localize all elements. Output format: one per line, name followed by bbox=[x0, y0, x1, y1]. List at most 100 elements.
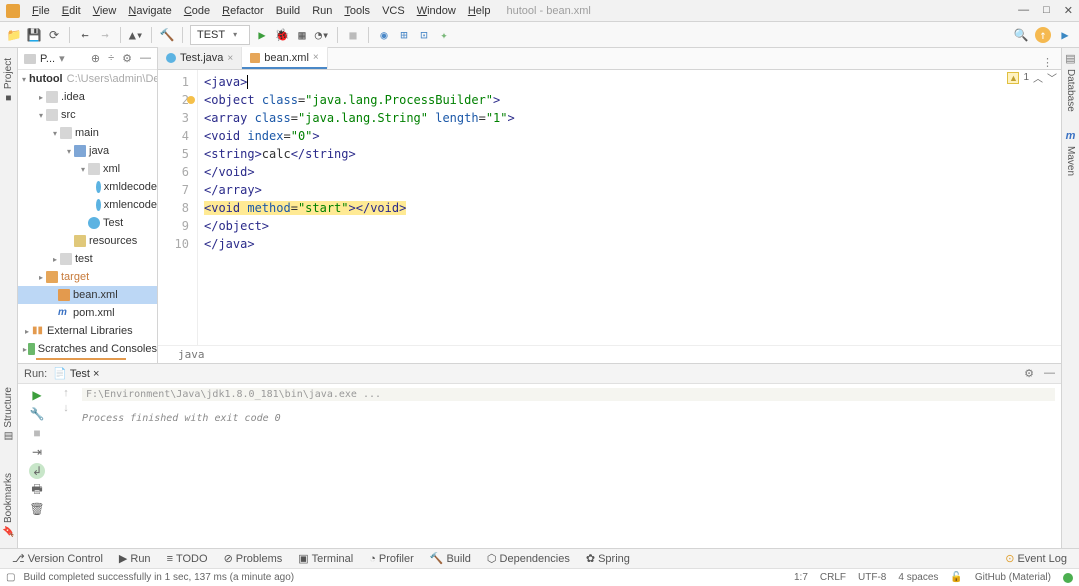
tree-xmldecode[interactable]: xmldecode bbox=[18, 178, 157, 196]
run-config-selector[interactable]: TEST bbox=[190, 25, 250, 45]
menu-tools[interactable]: Tools bbox=[338, 3, 376, 19]
tree-idea[interactable]: ▸.idea bbox=[18, 88, 157, 106]
ide-update-icon[interactable]: ↑ bbox=[1035, 27, 1051, 43]
spring-tool-button[interactable]: ✿ Spring bbox=[580, 550, 636, 567]
terminal-tool-button[interactable]: ▣ Terminal bbox=[292, 550, 359, 567]
scroll-icon[interactable]: ⇥ bbox=[29, 444, 45, 460]
up-stack-icon[interactable]: ↑ bbox=[63, 387, 69, 399]
database-tool-button[interactable]: Database bbox=[1065, 65, 1076, 116]
tab-bean-xml[interactable]: bean.xml× bbox=[242, 47, 327, 69]
readonly-icon[interactable]: 🔓 bbox=[950, 572, 962, 583]
search-icon[interactable]: 🔍 bbox=[1013, 27, 1029, 43]
profile-icon[interactable]: ◔▾ bbox=[314, 27, 330, 43]
caret-position[interactable]: 1:7 bbox=[794, 572, 808, 583]
project-tool-button[interactable]: ■ Project bbox=[3, 54, 14, 107]
down-stack-icon[interactable]: ↓ bbox=[63, 402, 69, 414]
menu-refactor[interactable]: Refactor bbox=[216, 3, 270, 19]
menu-code[interactable]: Code bbox=[178, 3, 216, 19]
run-tool-icon[interactable]: 🔧 bbox=[29, 406, 45, 422]
rerun-icon[interactable]: ▶ bbox=[29, 387, 45, 403]
build-tool-button[interactable]: 🔨 Build bbox=[424, 550, 477, 567]
soft-wrap-icon[interactable]: ↲ bbox=[29, 463, 45, 479]
menu-vcs[interactable]: VCS bbox=[376, 3, 411, 19]
menu-view[interactable]: View bbox=[87, 3, 123, 19]
run-icon[interactable]: ▶ bbox=[254, 27, 270, 43]
bookmarks-tool-button[interactable]: 🔖 Bookmarks bbox=[3, 469, 14, 542]
close-tab-icon[interactable]: × bbox=[313, 52, 319, 63]
vcs-tool-button[interactable]: ⎇ Version Control bbox=[6, 550, 109, 567]
expand-icon[interactable]: ÷ bbox=[108, 52, 114, 65]
status-icon[interactable]: ▢ bbox=[6, 572, 15, 583]
memory-indicator[interactable] bbox=[1063, 573, 1073, 583]
back-icon[interactable]: ← bbox=[77, 27, 93, 43]
run-settings-icon[interactable]: ⚙ bbox=[1024, 367, 1034, 380]
encoding[interactable]: UTF-8 bbox=[858, 572, 886, 583]
tree-scratch[interactable]: ▸Scratches and Consoles bbox=[18, 340, 157, 358]
tab-test-java[interactable]: Test.java× bbox=[158, 47, 242, 69]
maven-tool-button[interactable]: Maven bbox=[1065, 142, 1076, 180]
maximize-button[interactable]: □ bbox=[1043, 4, 1050, 17]
gear-icon[interactable]: ⚙ bbox=[122, 52, 132, 65]
run-tool-button[interactable]: ▶ Run bbox=[113, 550, 157, 567]
hide-icon[interactable]: — bbox=[140, 52, 151, 65]
stop-icon[interactable]: ■ bbox=[345, 27, 361, 43]
clear-icon[interactable]: 🗑 bbox=[29, 501, 45, 517]
menu-window[interactable]: Window bbox=[411, 3, 462, 19]
print-icon[interactable]: 🖶 bbox=[29, 482, 45, 498]
menu-help[interactable]: Help bbox=[462, 3, 497, 19]
git-widget[interactable]: GitHub (Material) bbox=[975, 572, 1051, 583]
cw-icon-3[interactable]: ⊡ bbox=[416, 27, 432, 43]
tree-bean[interactable]: bean.xml bbox=[18, 286, 157, 304]
tree-root[interactable]: ▾hutoolC:\Users\admin\Des bbox=[18, 70, 157, 88]
indent[interactable]: 4 spaces bbox=[898, 572, 938, 583]
code-content[interactable]: <java><object class="java.lang.ProcessBu… bbox=[198, 70, 1061, 345]
tree-java[interactable]: ▾java bbox=[18, 142, 157, 160]
menu-navigate[interactable]: Navigate bbox=[122, 3, 177, 19]
tree-testclass[interactable]: Test bbox=[18, 214, 157, 232]
code-editor[interactable]: 12345678910 <java><object class="java.la… bbox=[158, 70, 1061, 345]
cw-icon-2[interactable]: ⊞ bbox=[396, 27, 412, 43]
tree-test[interactable]: ▸test bbox=[18, 250, 157, 268]
tree-extlib[interactable]: ▸▮▮External Libraries bbox=[18, 322, 157, 340]
tabs-more-icon[interactable]: ⋮ bbox=[1034, 56, 1061, 69]
tree-resources[interactable]: resources bbox=[18, 232, 157, 250]
codewithme-icon[interactable]: ▶ bbox=[1057, 27, 1073, 43]
todo-tool-button[interactable]: ≡ TODO bbox=[161, 551, 214, 567]
menu-edit[interactable]: Edit bbox=[56, 3, 87, 19]
build-up-icon[interactable]: ▲▾ bbox=[128, 27, 144, 43]
debug-icon[interactable]: 🐞 bbox=[274, 27, 290, 43]
profiler-tool-button[interactable]: ◔ Profiler bbox=[363, 551, 420, 567]
tree-xmlencode[interactable]: xmlencode bbox=[18, 196, 157, 214]
structure-tool-button[interactable]: ▤ Structure bbox=[3, 383, 14, 445]
editor-breadcrumb[interactable]: java bbox=[158, 345, 1061, 363]
tree-target[interactable]: ▸target bbox=[18, 268, 157, 286]
hammer-icon[interactable]: 🔨 bbox=[159, 27, 175, 43]
sync-icon[interactable]: ⟳ bbox=[46, 27, 62, 43]
cw-icon-1[interactable]: ◉ bbox=[376, 27, 392, 43]
close-tab-icon[interactable]: × bbox=[227, 53, 233, 64]
open-icon[interactable]: 📁 bbox=[6, 27, 22, 43]
stop-run-icon[interactable]: ■ bbox=[29, 425, 45, 441]
tree-main[interactable]: ▾main bbox=[18, 124, 157, 142]
line-separator[interactable]: CRLF bbox=[820, 572, 846, 583]
close-button[interactable]: ✕ bbox=[1064, 4, 1073, 17]
menu-build[interactable]: Build bbox=[270, 3, 306, 19]
event-log-button[interactable]: ⊙ Event Log bbox=[999, 550, 1073, 567]
tree-src[interactable]: ▾src bbox=[18, 106, 157, 124]
maven-icon[interactable]: m bbox=[1066, 130, 1076, 142]
run-hide-icon[interactable]: — bbox=[1044, 367, 1055, 380]
menu-file[interactable]: File bbox=[26, 3, 56, 19]
menu-run[interactable]: Run bbox=[306, 3, 338, 19]
collapse-icon[interactable]: ⊕ bbox=[91, 52, 100, 65]
run-config-name[interactable]: 📄 Test × bbox=[53, 367, 99, 380]
tree-xml-pkg[interactable]: ▾xml bbox=[18, 160, 157, 178]
forward-icon[interactable]: → bbox=[97, 27, 113, 43]
tree-pom[interactable]: mpom.xml bbox=[18, 304, 157, 322]
coverage-icon[interactable]: ▦ bbox=[294, 27, 310, 43]
problems-tool-button[interactable]: ⊘ Problems bbox=[218, 550, 289, 567]
cw-icon-4[interactable]: ✦ bbox=[436, 27, 452, 43]
project-tree[interactable]: P... ▾ ⊕ ÷ ⚙ — ▾hutoolC:\Users\admin\Des… bbox=[18, 48, 158, 363]
database-icon[interactable]: ▤ bbox=[1065, 52, 1075, 65]
run-console[interactable]: F:\Environment\Java\jdk1.8.0_181\bin\jav… bbox=[76, 384, 1061, 548]
minimize-button[interactable]: — bbox=[1018, 4, 1029, 17]
